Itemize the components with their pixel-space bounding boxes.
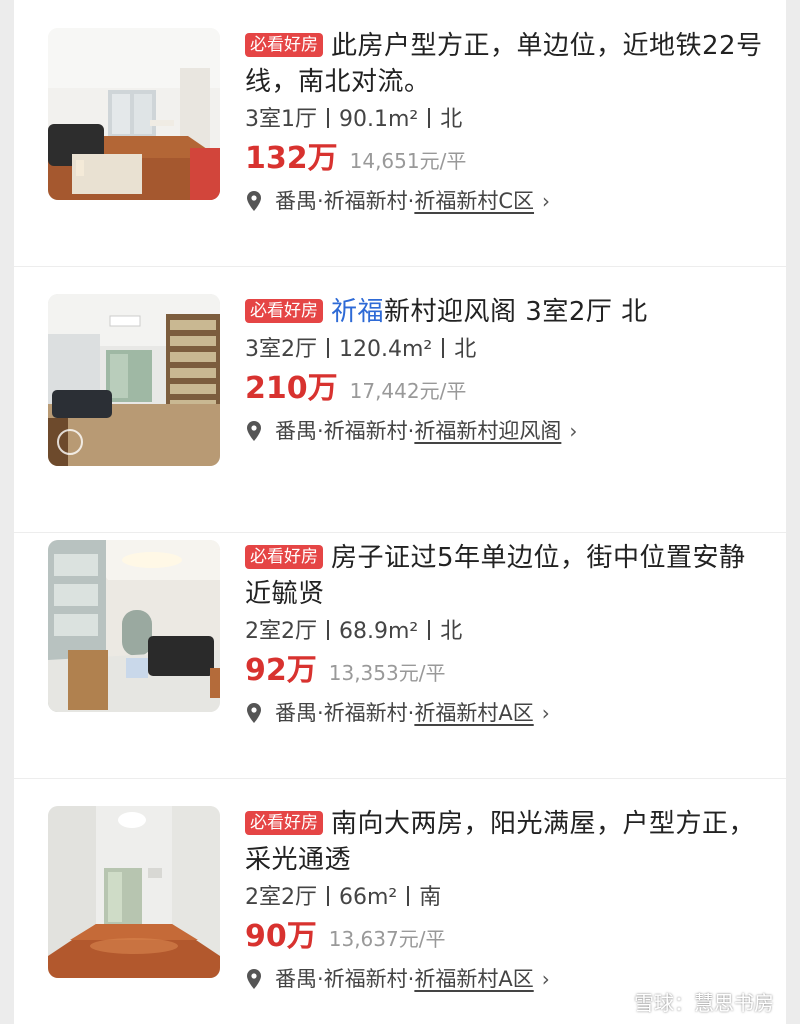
listing-card[interactable]: 必看好房 房子证过5年单边位，街中位置安静近毓贤 2室2厅 68.9m² 北 92万 1… <box>14 512 786 779</box>
price-row: 132万 14,651元/平 <box>245 140 765 182</box>
location-row[interactable]: 番禺·祈福新村· 祈福新村C区 › <box>245 184 765 218</box>
room-layout: 3室1厅 <box>245 107 317 132</box>
chevron-right-icon: › <box>541 967 550 991</box>
floor-area: 66m² <box>339 885 398 910</box>
divider <box>327 108 329 128</box>
orientation: 南 <box>419 885 442 910</box>
location-pin-icon <box>247 969 261 989</box>
listing-photo[interactable] <box>48 28 220 200</box>
community-link[interactable]: 祈福新村A区 <box>414 962 533 996</box>
location-pin-icon <box>247 703 261 723</box>
total-price: 90万 <box>245 919 317 954</box>
listing-photo[interactable] <box>48 540 220 712</box>
location-row[interactable]: 番禺·祈福新村· 祈福新村迎风阁 › <box>245 414 765 448</box>
chevron-right-icon: › <box>569 419 578 443</box>
must-see-badge: 必看好房 <box>245 33 323 57</box>
snowball-logo-icon <box>605 990 627 1013</box>
watermark-text: 雪球：慧思书房 <box>634 991 774 1015</box>
price-row: 210万 17,442元/平 <box>245 370 765 412</box>
listing-specs: 3室1厅 90.1m² 北 <box>245 104 765 136</box>
total-price: 92万 <box>245 653 317 688</box>
listing-card[interactable]: 必看好房 祈福新村迎风阁 3室2厅 北 3室2厅 120.4m² 北 210万 17,4… <box>14 266 786 533</box>
district-path: 番禺·祈福新村· <box>275 701 415 725</box>
chevron-right-icon: › <box>541 701 550 725</box>
location-row[interactable]: 番禺·祈福新村· 祈福新村A区 › <box>245 696 765 730</box>
must-see-badge: 必看好房 <box>245 545 323 569</box>
divider <box>407 886 410 906</box>
divider <box>327 620 329 640</box>
orientation: 北 <box>440 107 463 132</box>
community-link[interactable]: 祈福新村迎风阁 <box>414 414 561 448</box>
listing-photo[interactable] <box>48 294 220 466</box>
listing-title[interactable]: 必看好房 此房户型方正，单边位，近地铁22号线，南北对流。 <box>245 28 765 100</box>
room-photo-image <box>48 540 220 712</box>
divider <box>442 338 445 358</box>
divider <box>327 338 329 358</box>
title-highlight: 祈福 <box>331 297 385 327</box>
orientation: 北 <box>440 619 463 644</box>
listing-title[interactable]: 必看好房 房子证过5年单边位，街中位置安静近毓贤 <box>245 540 765 612</box>
district-path: 番禺·祈福新村· <box>275 967 415 991</box>
unit-price: 13,353元/平 <box>328 661 446 685</box>
watermark: 雪球：慧思书房 <box>604 987 774 1016</box>
divider <box>428 620 431 640</box>
listing-feed: 必看好房 此房户型方正，单边位，近地铁22号线，南北对流。 3室1厅 90.1m² 北… <box>14 0 786 1024</box>
listing-title[interactable]: 必看好房 祈福新村迎风阁 3室2厅 北 <box>245 294 765 330</box>
divider <box>327 886 329 906</box>
room-photo-image <box>48 294 220 466</box>
listing-card[interactable]: 必看好房 此房户型方正，单边位，近地铁22号线，南北对流。 3室1厅 90.1m² 北… <box>14 0 786 267</box>
price-row: 90万 13,637元/平 <box>245 918 765 960</box>
community-link[interactable]: 祈福新村A区 <box>414 696 533 730</box>
room-layout: 2室2厅 <box>245 885 317 910</box>
listing-specs: 2室2厅 66m² 南 <box>245 882 765 914</box>
floor-area: 68.9m² <box>339 619 419 644</box>
title-text: 新村迎风阁 3室2厅 北 <box>384 297 648 327</box>
divider <box>428 108 431 128</box>
unit-price: 13,637元/平 <box>328 927 446 951</box>
listing-photo[interactable] <box>48 806 220 978</box>
community-link[interactable]: 祈福新村C区 <box>414 184 534 218</box>
listing-title[interactable]: 必看好房 南向大两房，阳光满屋，户型方正，采光通透 <box>245 806 765 878</box>
listing-specs: 2室2厅 68.9m² 北 <box>245 616 765 648</box>
floor-area: 90.1m² <box>339 107 419 132</box>
unit-price: 14,651元/平 <box>349 149 467 173</box>
must-see-badge: 必看好房 <box>245 811 323 835</box>
room-photo-image <box>48 28 220 200</box>
price-row: 92万 13,353元/平 <box>245 652 765 694</box>
floor-area: 120.4m² <box>339 337 433 362</box>
unit-price: 17,442元/平 <box>349 379 467 403</box>
room-layout: 2室2厅 <box>245 619 317 644</box>
location-pin-icon <box>247 421 261 441</box>
must-see-badge: 必看好房 <box>245 299 323 323</box>
chevron-right-icon: › <box>542 189 551 213</box>
district-path: 番禺·祈福新村· <box>275 419 415 443</box>
orientation: 北 <box>454 337 477 362</box>
room-layout: 3室2厅 <box>245 337 317 362</box>
room-photo-image <box>48 806 220 978</box>
total-price: 132万 <box>245 141 338 176</box>
location-pin-icon <box>247 191 261 211</box>
listing-specs: 3室2厅 120.4m² 北 <box>245 334 765 366</box>
total-price: 210万 <box>245 371 338 406</box>
district-path: 番禺·祈福新村· <box>275 189 415 213</box>
